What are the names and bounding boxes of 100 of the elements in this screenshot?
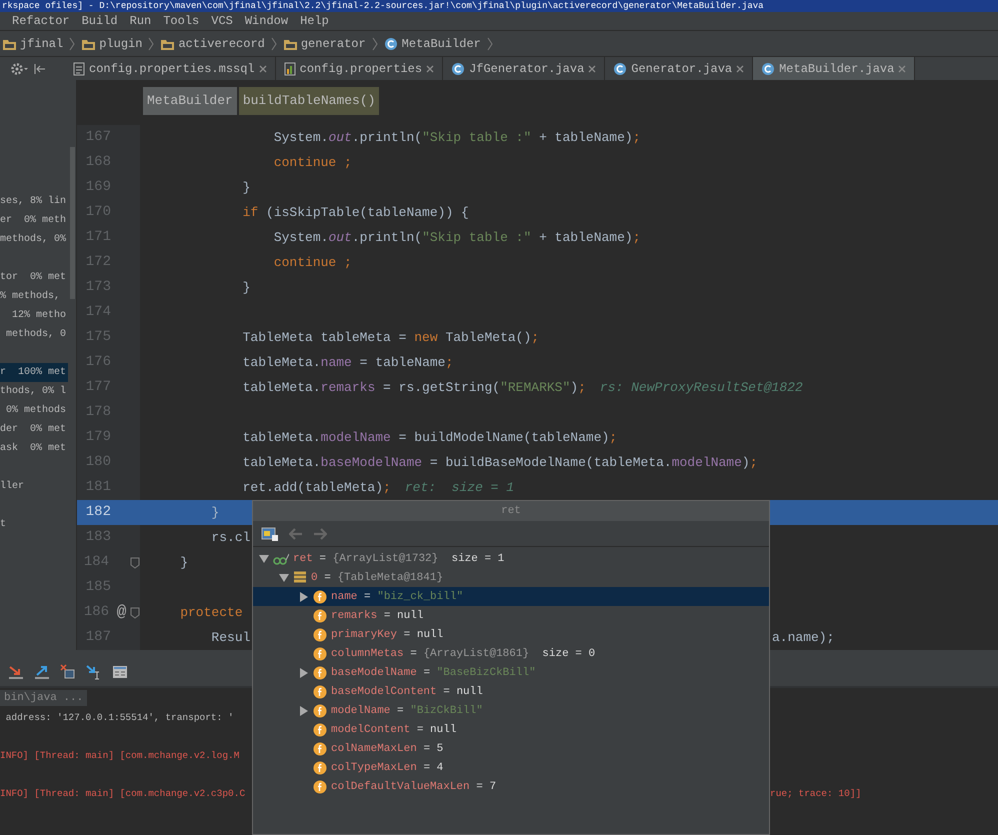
table-icon[interactable] bbox=[112, 664, 128, 680]
field-icon bbox=[313, 608, 327, 622]
class-icon bbox=[761, 62, 776, 76]
coverage-row[interactable]: methods, 0 bbox=[0, 325, 68, 344]
scrollbar[interactable] bbox=[70, 147, 75, 299]
expanded-arrow-icon[interactable] bbox=[259, 554, 269, 564]
code-line: protecte bbox=[179, 604, 243, 622]
breadcrumb-chip[interactable]: MetaBuilder bbox=[143, 87, 237, 115]
tree-row[interactable]: colDefaultValueMaxLen = 7 bbox=[253, 777, 769, 796]
close-icon[interactable] bbox=[898, 64, 906, 72]
menu-item[interactable]: Refactor bbox=[12, 14, 70, 28]
window-icon[interactable] bbox=[261, 526, 279, 542]
down-right-arrow-icon[interactable] bbox=[8, 664, 24, 680]
up-right-arrow-icon[interactable] bbox=[34, 664, 50, 680]
tree-row[interactable]: 0 = {TableMeta@1841} bbox=[253, 568, 769, 587]
inline-value-hint: rs: NewProxyResultSet@1822 bbox=[600, 379, 803, 397]
popup-title: ret bbox=[253, 501, 769, 521]
chevron-icon bbox=[69, 36, 76, 50]
glasses-icon bbox=[273, 552, 289, 566]
variable-text: remarks = null bbox=[331, 610, 424, 622]
code-line: } bbox=[242, 179, 250, 197]
coverage-row[interactable]: tor 0% met bbox=[0, 268, 68, 287]
menu-item[interactable]: Tools bbox=[163, 14, 200, 28]
coverage-row[interactable]: 0% methods bbox=[0, 401, 68, 420]
breadcrumb-item[interactable]: MetaBuilder bbox=[382, 36, 483, 50]
breadcrumb-chip[interactable]: buildTableNames() bbox=[238, 87, 380, 115]
breadcrumb-item[interactable]: generator bbox=[280, 36, 368, 50]
code-line: ret.add(tableMeta); bbox=[242, 479, 391, 497]
tree-row[interactable]: modelContent = null bbox=[253, 720, 769, 739]
tree-row[interactable]: modelName = "BizCkBill" bbox=[253, 701, 769, 720]
coverage-row[interactable]: % methods, bbox=[0, 287, 68, 306]
coverage-row[interactable]: ask 0% met bbox=[0, 439, 68, 458]
variable-text: colNameMaxLen = 5 bbox=[331, 742, 444, 754]
code-line: } bbox=[179, 554, 188, 572]
coverage-row[interactable]: thods, 0% l bbox=[0, 382, 68, 401]
chevron-icon bbox=[148, 36, 154, 50]
line-number: 182 bbox=[84, 503, 111, 522]
variable-text: baseModelName = "BaseBizCkBill" bbox=[331, 666, 536, 678]
class-icon bbox=[384, 36, 398, 50]
coverage-row[interactable]: methods, 0% bbox=[0, 230, 68, 249]
menu-item[interactable]: Help bbox=[300, 14, 329, 28]
code-line: tableMeta.modelName = buildModelName(tableName); bbox=[242, 429, 618, 447]
code-line: Resul bbox=[210, 629, 250, 647]
collapsed-arrow-icon[interactable] bbox=[299, 668, 309, 678]
collapsed-arrow-icon[interactable] bbox=[299, 706, 309, 716]
tree-row[interactable]: colNameMaxLen = 5 bbox=[253, 739, 769, 758]
code-line: TableMeta tableMeta = new TableMeta(); bbox=[242, 329, 540, 347]
tree-row[interactable]: ret = {ArrayList@1732} size = 1 bbox=[253, 549, 769, 568]
menu-item[interactable]: Run bbox=[130, 14, 152, 28]
tree-row[interactable]: primaryKey = null bbox=[253, 625, 769, 644]
expanded-arrow-icon[interactable] bbox=[279, 572, 289, 582]
settings-icon[interactable] bbox=[10, 62, 28, 76]
coverage-row[interactable]: ller bbox=[0, 477, 68, 496]
coverage-row[interactable]: ses, 8% lin bbox=[0, 192, 68, 211]
close-icon[interactable] bbox=[258, 64, 267, 72]
bar-chart-icon bbox=[284, 62, 296, 76]
tree-row[interactable]: columnMetas = {ArrayList@1861} size = 0 bbox=[253, 644, 769, 663]
class-icon bbox=[451, 62, 466, 76]
fold-marker-icon[interactable] bbox=[130, 556, 140, 568]
coverage-row[interactable]: er 0% meth bbox=[0, 211, 68, 230]
editor-tab[interactable]: MetaBuilder.java bbox=[753, 57, 916, 80]
code-line: if (isSkipTable(tableName)) { bbox=[242, 204, 469, 222]
code-line: a.name); bbox=[772, 629, 834, 647]
window-cross-icon[interactable] bbox=[60, 664, 76, 680]
editor-tab[interactable]: config.properties bbox=[276, 57, 444, 80]
variable-text: colDefaultValueMaxLen = 7 bbox=[331, 780, 496, 792]
fold-marker-icon[interactable] bbox=[130, 606, 140, 618]
variable-text: ret = {ArrayList@1732} size = 1 bbox=[293, 552, 504, 564]
close-icon[interactable] bbox=[426, 64, 434, 72]
chevron-icon bbox=[486, 36, 493, 50]
tree-row[interactable]: colTypeMaxLen = 4 bbox=[253, 758, 769, 777]
coverage-row[interactable]: r 100% met bbox=[0, 363, 68, 382]
field-icon bbox=[313, 704, 327, 718]
menu-item[interactable]: VCS bbox=[211, 14, 233, 28]
coverage-row[interactable]: der 0% met bbox=[0, 420, 68, 439]
field-icon bbox=[313, 646, 327, 660]
collapse-left-icon[interactable] bbox=[34, 62, 46, 76]
coverage-row[interactable]: 12% metho bbox=[0, 306, 68, 325]
close-icon[interactable] bbox=[588, 64, 596, 72]
variable-text: modelContent = null bbox=[331, 724, 456, 736]
console-text: address: '127.0.0.1:55514', transport: ' bbox=[4, 711, 235, 725]
field-icon bbox=[313, 780, 327, 794]
variable-text: colTypeMaxLen = 4 bbox=[331, 762, 444, 774]
breadcrumb-item[interactable]: activerecord bbox=[158, 36, 267, 50]
tree-row[interactable]: remarks = null bbox=[253, 606, 769, 625]
variable-text: primaryKey = null bbox=[331, 628, 444, 640]
code-line: rs.cl bbox=[210, 529, 250, 547]
coverage-row[interactable]: t bbox=[0, 515, 68, 534]
breadcrumb-item[interactable]: plugin bbox=[79, 36, 144, 50]
console-text: INFO] [Thread: main] [com.mchange.v2.log.M bbox=[0, 749, 240, 763]
menu-item[interactable]: Window bbox=[244, 14, 288, 28]
code-line: } bbox=[242, 279, 250, 297]
close-icon[interactable] bbox=[736, 64, 744, 72]
tree-row[interactable]: baseModelContent = null bbox=[253, 682, 769, 701]
tree-row[interactable]: name = "biz_ck_bill" bbox=[253, 587, 769, 606]
menu-item[interactable]: Build bbox=[82, 14, 118, 28]
breadcrumb-item[interactable]: jfinal bbox=[0, 36, 66, 50]
cursor-arrow-icon[interactable] bbox=[86, 664, 102, 680]
code-line: continue ; bbox=[272, 254, 352, 272]
collapsed-arrow-icon[interactable] bbox=[299, 592, 309, 602]
